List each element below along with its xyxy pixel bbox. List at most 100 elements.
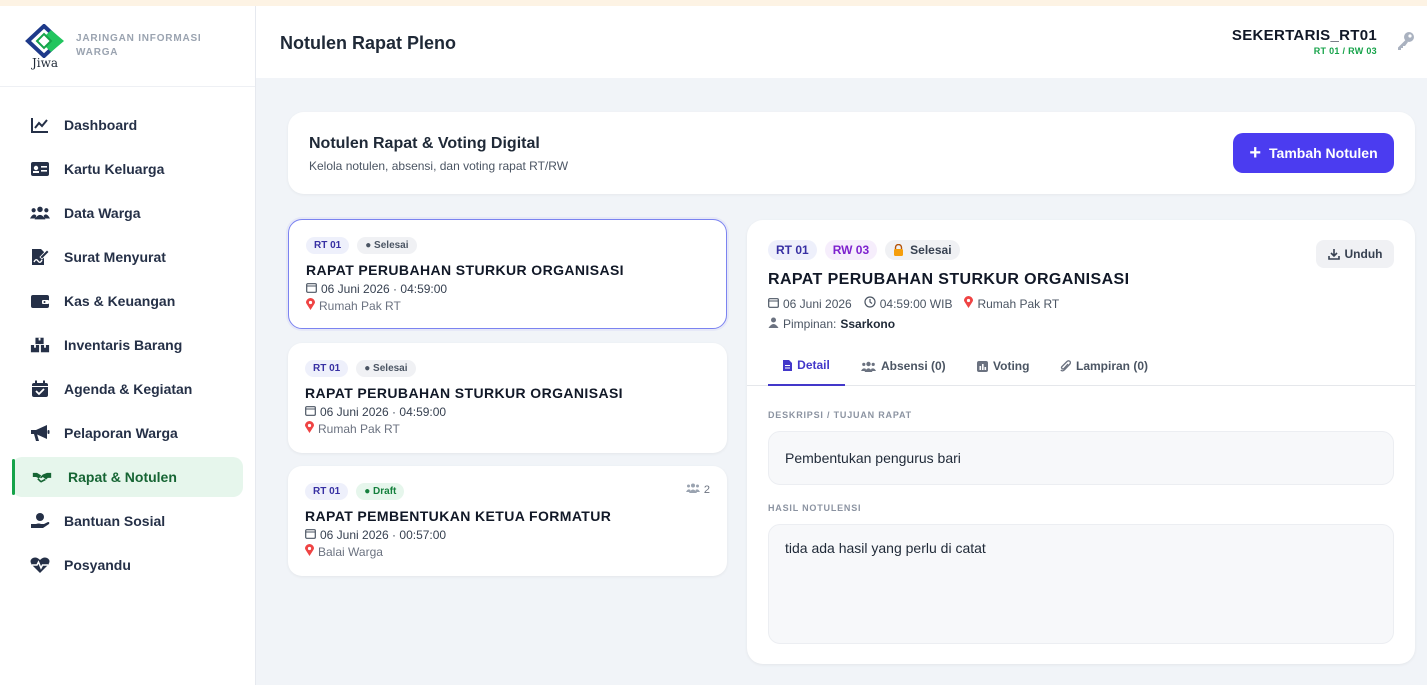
meeting-datetime: 06 Juni 2026 · 04:59:00 [305,405,446,419]
meeting-card[interactable]: RT 01 ● Selesai RAPAT PERUBAHAN STURKUR … [288,219,727,329]
sidebar-item-data-warga[interactable]: Data Warga [12,193,243,233]
sidebar-item-surat-menyurat[interactable]: Surat Menyurat [12,237,243,277]
heartbeat-icon [30,555,50,575]
tab-detail[interactable]: Detail [768,346,845,386]
download-label: Unduh [1344,247,1383,261]
tab-label: Voting [993,359,1030,373]
status-badge: ● Draft [356,483,405,500]
calendar-icon [305,528,316,542]
page-banner: Notulen Rapat & Voting Digital Kelola no… [288,112,1415,194]
sidebar-item-kartu-keluarga[interactable]: Kartu Keluarga [12,149,243,189]
sidebar-item-label: Surat Menyurat [64,249,166,265]
map-pin-icon [305,421,314,436]
detail-place: Rumah Pak RT [977,296,1060,311]
result-text: tida ada hasil yang perlu di catat [785,540,986,556]
meeting-place: Balai Warga [305,544,383,559]
chart-line-icon [30,115,50,135]
plus-icon: + [1249,142,1262,164]
attendee-count-text: 2 [703,483,710,496]
calendar-icon [768,297,779,311]
detail-title: RAPAT PERUBAHAN STURKUR ORGANISASI [768,271,1130,288]
boxes-icon [30,335,50,355]
meeting-place-text: Rumah Pak RT [318,421,400,436]
page-title: Notulen Rapat Pleno [280,33,457,53]
key-icon[interactable] [1395,30,1417,52]
handshake-icon [32,467,52,487]
id-card-icon [30,159,50,179]
lock-icon [893,244,904,256]
user-tie-icon [768,317,779,331]
detail-date: 06 Juni 2026 [783,296,852,311]
sidebar-item-dashboard[interactable]: Dashboard [12,105,243,145]
hand-holding-heart-icon [30,511,50,531]
bullhorn-icon [30,423,50,443]
meeting-title: RAPAT PERUBAHAN STURKUR ORGANISASI [306,262,624,278]
meeting-place-text: Rumah Pak RT [319,298,401,313]
meeting-place-text: Balai Warga [318,544,383,559]
sidebar-item-label: Kartu Keluarga [64,161,165,177]
detail-meta: 06 Juni 2026 04:59:00 WIB Rumah Pak RT [768,296,1071,311]
sidebar-item-agenda-kegiatan[interactable]: Agenda & Kegiatan [12,369,243,409]
sidebar-item-rapat-notulen[interactable]: Rapat & Notulen [12,457,243,497]
file-signature-icon [30,247,50,267]
sidebar-item-label: Inventaris Barang [64,337,183,353]
meeting-title: RAPAT PERUBAHAN STURKUR ORGANISASI [305,385,623,401]
sidebar-item-pelaporan-warga[interactable]: Pelaporan Warga [12,413,243,453]
sidebar-item-label: Agenda & Kegiatan [64,381,193,397]
sidebar-item-posyandu[interactable]: Posyandu [12,545,243,585]
logo-wordmark: Jiwa [32,56,59,70]
tab-lampiran[interactable]: Lampiran (0) [1060,346,1148,386]
chart-bar-icon [977,360,988,372]
status-badge: ● Selesai [356,360,416,377]
top-header: Notulen Rapat Pleno SEKERTARIS_RT01 RT 0… [256,6,1427,78]
sidebar-item-label: Posyandu [64,557,131,573]
tab-absensi[interactable]: Absensi (0) [861,346,946,386]
banner-title: Notulen Rapat & Voting Digital [309,135,540,152]
user-name: SEKERTARIS_RT01 [1231,27,1377,44]
leader-name: Ssarkono [840,317,896,331]
sidebar: Jiwa JARINGAN INFORMASI WARGA Dashboard … [0,6,256,685]
brand-text: JARINGAN INFORMASI WARGA [76,33,202,58]
tab-voting[interactable]: Voting [977,346,1029,386]
meeting-datetime: 06 Juni 2026 · 00:57:00 [305,528,446,542]
status-badge: Selesai [885,240,960,260]
meeting-title: RAPAT PEMBENTUKAN KETUA FORMATUR [305,508,612,524]
download-button[interactable]: Unduh [1316,240,1394,268]
add-notulen-label: Tambah Notulen [1269,145,1378,161]
sidebar-item-kas-keuangan[interactable]: Kas & Keuangan [12,281,243,321]
detail-leader: Pimpinan: Ssarkono [768,317,895,331]
map-pin-icon [964,296,974,311]
sidebar-item-label: Pelaporan Warga [64,425,178,441]
sidebar-nav: Dashboard Kartu Keluarga Data Warga Sura… [0,87,255,585]
rt-badge: RT 01 [305,360,349,377]
calendar-check-icon [30,379,50,399]
meeting-datetime-text: 06 Juni 2026 · 04:59:00 [321,282,448,296]
wallet-icon [30,291,50,311]
rt-badge: RT 01 [305,483,349,500]
sidebar-item-label: Kas & Keuangan [64,293,176,309]
sidebar-item-bantuan-sosial[interactable]: Bantuan Sosial [12,501,243,541]
add-notulen-button[interactable]: + Tambah Notulen [1233,133,1394,173]
calendar-icon [305,405,316,419]
result-box: tida ada hasil yang perlu di catat [768,524,1394,644]
users-icon [30,203,50,223]
users-icon [685,483,700,496]
paperclip-icon [1060,360,1071,372]
tab-label: Lampiran (0) [1076,359,1149,373]
calendar-icon [306,282,317,296]
download-icon [1327,248,1340,260]
sidebar-item-inventaris-barang[interactable]: Inventaris Barang [12,325,243,365]
sidebar-item-label: Data Warga [64,205,141,221]
rt-badge: RT 01 [768,240,817,260]
user-info[interactable]: SEKERTARIS_RT01 RT 01 / RW 03 [1232,27,1377,56]
description-label: DESKRIPSI / TUJUAN RAPAT [768,410,912,420]
meeting-card[interactable]: RT 01 ● Selesai RAPAT PERUBAHAN STURKUR … [288,343,727,453]
leader-label: Pimpinan: [783,317,837,331]
meeting-card[interactable]: RT 01 ● Draft 2 RAPAT PEMBENTUKAN KETUA … [288,466,727,576]
result-label: HASIL NOTULENSI [768,503,862,513]
map-pin-icon [306,298,315,313]
brand[interactable]: Jiwa JARINGAN INFORMASI WARGA [0,6,255,87]
detail-time: 04:59:00 WIB [879,296,953,311]
rw-badge: RW 03 [824,240,878,260]
rt-badge: RT 01 [306,237,350,254]
